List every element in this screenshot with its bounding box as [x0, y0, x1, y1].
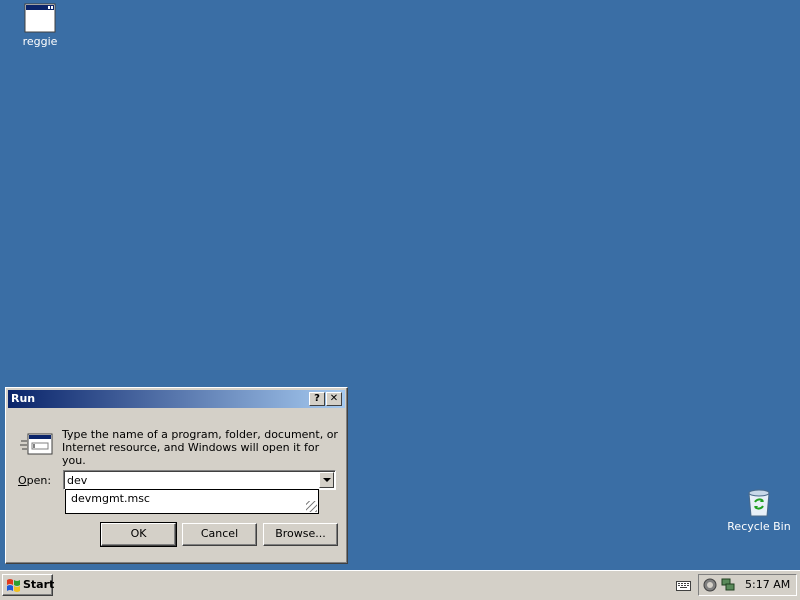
open-input[interactable] — [67, 473, 317, 487]
prompt-text: Type the name of a program, folder, docu… — [62, 428, 338, 467]
help-button[interactable]: ? — [309, 392, 325, 406]
browse-button[interactable]: Browse... — [263, 523, 338, 546]
run-icon — [20, 433, 53, 455]
windows-flag-icon — [7, 579, 20, 592]
start-button[interactable]: Start — [2, 574, 55, 596]
title-bar[interactable]: Run ? ✕ — [8, 390, 345, 408]
desktop-icon-reggie[interactable]: reggie — [2, 3, 78, 48]
system-tray: 5:17 AM — [698, 574, 797, 596]
network-icon[interactable] — [721, 578, 735, 592]
open-combobox[interactable] — [63, 470, 336, 490]
run-dialog: Run ? ✕ Type the name of a program, fold… — [5, 387, 348, 564]
open-label-accelerator: O — [18, 474, 27, 487]
keyboard-icon[interactable] — [676, 579, 691, 591]
desktop: reggie Recycle Bin Run ? ✕ Type the name… — [0, 0, 800, 570]
resize-grip-icon[interactable] — [306, 501, 317, 512]
close-icon: ✕ — [329, 393, 339, 404]
chevron-down-icon[interactable] — [319, 472, 334, 488]
desktop-icon-label: reggie — [22, 35, 58, 48]
speaker-icon[interactable] — [703, 578, 717, 592]
open-label-text: pen: — [26, 474, 52, 487]
autocomplete-list: devmgmt.msc — [65, 489, 319, 514]
taskbar: Start 5:17 AM — [0, 570, 800, 600]
window-icon — [24, 3, 56, 33]
dialog-title: Run — [11, 392, 36, 405]
cancel-button[interactable]: Cancel — [182, 523, 257, 546]
autocomplete-item[interactable]: devmgmt.msc — [71, 492, 150, 505]
clock[interactable]: 5:17 AM — [745, 578, 790, 591]
close-button[interactable]: ✕ — [326, 392, 342, 406]
desktop-icon-recycle-bin[interactable]: Recycle Bin — [721, 486, 797, 533]
start-label: Start — [23, 578, 55, 591]
recycle-bin-icon — [748, 489, 770, 517]
open-label: Open: — [18, 474, 51, 487]
ok-button[interactable]: OK — [100, 522, 177, 547]
desktop-icon-label: Recycle Bin — [727, 520, 791, 533]
